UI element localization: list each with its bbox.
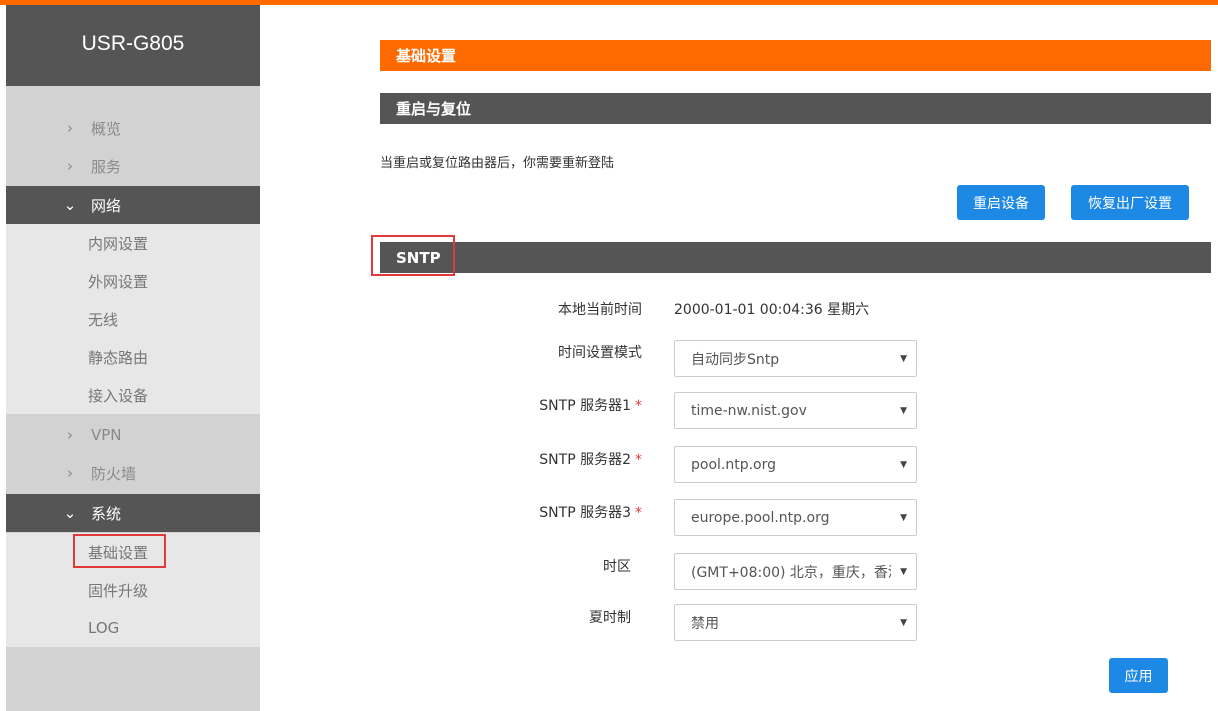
local-time-value: 2000-01-01 00:04:36 星期六 (674, 302, 870, 318)
sidebar-sub-log[interactable]: LOG (6, 609, 260, 647)
required-mark: * (635, 398, 642, 414)
sidebar-item-label: 网络 (91, 196, 122, 215)
select-value: 禁用 (691, 615, 719, 632)
sidebar-item-label: 系统 (91, 504, 122, 523)
sidebar-sub-basic-settings[interactable]: 基础设置 (6, 533, 260, 571)
apply-button[interactable]: 应用 (1109, 658, 1168, 693)
dropdown-caret-icon: ▼ (900, 618, 907, 628)
chevron-right-icon: › (67, 157, 73, 175)
reboot-button[interactable]: 重启设备 (957, 185, 1045, 220)
chevron-right-icon: › (67, 426, 73, 444)
sidebar-item-label: VPN (91, 426, 122, 444)
sntp-server1-label: SNTP 服务器1 * (402, 395, 642, 415)
sntp-server2-label: SNTP 服务器2 * (402, 449, 642, 469)
chevron-down-icon: ⌄ (63, 196, 77, 214)
chevron-right-icon: › (67, 119, 73, 137)
sidebar-sub-wireless[interactable]: 无线 (6, 300, 260, 338)
sidebar-item-network[interactable]: ⌄ 网络 (6, 186, 260, 224)
reboot-section-header: 重启与复位 (380, 93, 1211, 124)
sidebar-item-label: 服务 (91, 157, 122, 176)
sidebar-item-services[interactable]: › 服务 (6, 147, 260, 185)
dst-select[interactable]: 禁用 ▼ (674, 604, 917, 641)
sidebar-sub-lan[interactable]: 内网设置 (6, 224, 260, 262)
required-mark: * (635, 452, 642, 468)
label-text: SNTP 服务器1 (539, 398, 631, 414)
dropdown-caret-icon: ▼ (900, 460, 907, 470)
sntp-server3-label: SNTP 服务器3 * (402, 502, 642, 522)
select-value: 自动同步Sntp (691, 351, 780, 368)
sntp-server1-select[interactable]: time-nw.nist.gov ▼ (674, 392, 917, 429)
dropdown-caret-icon: ▼ (900, 513, 907, 523)
sidebar-item-label: 防火墙 (91, 464, 137, 483)
brand-logo: USR-G805 (6, 5, 260, 86)
label-text: SNTP 服务器3 (539, 505, 631, 521)
section-title-bar: 基础设置 (380, 40, 1211, 71)
required-mark: * (635, 505, 642, 521)
sidebar: USR-G805 › 概览 › 服务 ⌄ 网络 内网设置 外网设置 无线 静态路… (6, 5, 260, 711)
dropdown-caret-icon: ▼ (900, 354, 907, 364)
factory-reset-button[interactable]: 恢复出厂设置 (1071, 185, 1189, 220)
chevron-right-icon: › (67, 464, 73, 482)
select-value: time-nw.nist.gov (691, 402, 807, 419)
dropdown-caret-icon: ▼ (900, 567, 907, 577)
select-value: europe.pool.ntp.org (691, 509, 830, 526)
sidebar-item-firewall[interactable]: › 防火墙 (6, 454, 260, 492)
sidebar-item-vpn[interactable]: › VPN (6, 416, 260, 454)
select-value: pool.ntp.org (691, 456, 777, 473)
local-time-label: 本地当前时间 (558, 302, 642, 318)
timezone-label: 时区 (603, 559, 631, 575)
timezone-select[interactable]: (GMT+08:00) 北京，重庆，香港 ▼ (674, 553, 917, 590)
select-value: (GMT+08:00) 北京，重庆，香港 (691, 564, 891, 581)
dst-label: 夏时制 (589, 610, 631, 626)
time-mode-label: 时间设置模式 (558, 345, 642, 361)
sidebar-sub-static-route[interactable]: 静态路由 (6, 338, 260, 376)
sidebar-sub-wan[interactable]: 外网设置 (6, 262, 260, 300)
sidebar-item-label: 概览 (91, 119, 122, 138)
sidebar-item-overview[interactable]: › 概览 (6, 109, 260, 147)
sidebar-item-system[interactable]: ⌄ 系统 (6, 494, 260, 532)
label-text: SNTP 服务器2 (539, 452, 631, 468)
reboot-note: 当重启或复位路由器后，你需要重新登陆 (380, 156, 615, 171)
sidebar-sub-firmware-upgrade[interactable]: 固件升级 (6, 571, 260, 609)
sidebar-sub-access-devices[interactable]: 接入设备 (6, 376, 260, 414)
time-mode-select[interactable]: 自动同步Sntp ▼ (674, 340, 917, 377)
sntp-section-header: SNTP (380, 242, 1211, 273)
dropdown-caret-icon: ▼ (900, 406, 907, 416)
sntp-server2-select[interactable]: pool.ntp.org ▼ (674, 446, 917, 483)
chevron-down-icon: ⌄ (63, 504, 77, 522)
sntp-server3-select[interactable]: europe.pool.ntp.org ▼ (674, 499, 917, 536)
